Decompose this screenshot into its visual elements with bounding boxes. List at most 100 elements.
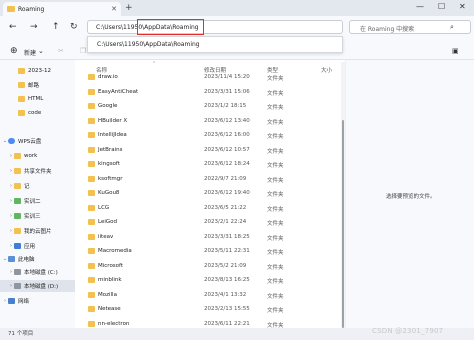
- forward-icon[interactable]: →: [30, 22, 38, 32]
- file-date: 2023/2/13 15:55: [204, 306, 250, 312]
- file-date: 2023/6/12 16:00: [204, 132, 250, 138]
- close-icon[interactable]: ✕: [111, 5, 117, 13]
- file-date: 2023/1/2 18:15: [204, 103, 247, 109]
- file-row[interactable]: iiteav 2023/3/31 18:25 文件夹: [88, 231, 338, 243]
- file-name[interactable]: KuGou8: [98, 190, 119, 196]
- file-row[interactable]: JetBrains 2023/6/12 10:57 文件夹: [88, 144, 338, 156]
- sidebar-item[interactable]: › 应用: [0, 240, 75, 252]
- sidebar-item[interactable]: › 共享文件夹: [0, 165, 75, 177]
- sidebar-item[interactable]: ⌄ WPS云盘: [0, 135, 75, 147]
- file-row[interactable]: Google 2023/1/2 18:15 文件夹: [88, 100, 338, 112]
- up-icon[interactable]: ↑: [52, 22, 60, 32]
- refresh-icon[interactable]: ↻: [70, 22, 78, 32]
- folder-icon: [14, 183, 21, 189]
- sidebar-item[interactable]: code: [0, 107, 75, 119]
- chevron-down-icon[interactable]: ⌄: [38, 47, 44, 55]
- file-type: 文件夹: [267, 148, 284, 155]
- address-suggestion[interactable]: C:\Users\11950\AppData\Roaming: [97, 41, 200, 48]
- file-name[interactable]: minblink: [98, 277, 122, 283]
- file-name[interactable]: Netease: [98, 306, 121, 312]
- search-placeholder[interactable]: 在 Roaming 中搜索: [360, 24, 414, 33]
- sidebar-item[interactable]: › 本地磁盘 (D:): [0, 280, 75, 292]
- folder-icon: [88, 204, 95, 211]
- file-row[interactable]: Mozilla 2023/4/1 13:32 文件夹: [88, 289, 338, 301]
- folder-icon: [88, 117, 95, 124]
- folder-icon: [14, 228, 21, 234]
- new-icon[interactable]: ⊕: [10, 46, 18, 56]
- sidebar-item-label: 网络: [18, 299, 30, 305]
- copy-icon[interactable]: ❐: [80, 47, 86, 55]
- file-name[interactable]: JetBrains: [98, 147, 122, 153]
- file-row[interactable]: LeiGod 2023/2/1 22:24 文件夹: [88, 216, 338, 228]
- new-button-label[interactable]: 新建: [24, 48, 36, 57]
- scrollbar-thumb[interactable]: [342, 120, 344, 328]
- folder-icon: [18, 110, 25, 116]
- sidebar-item[interactable]: 2023-12: [0, 65, 75, 77]
- sidebar-item[interactable]: › 实训三: [0, 210, 75, 222]
- file-type: 文件夹: [267, 308, 284, 314]
- plus-icon[interactable]: +: [125, 3, 133, 13]
- file-name[interactable]: LeiGod: [98, 219, 117, 225]
- file-name[interactable]: IntelliJIdea: [98, 132, 127, 138]
- file-name[interactable]: kingsoft: [98, 161, 120, 167]
- file-row[interactable]: kingsoft 2023/6/12 18:24 文件夹: [88, 158, 338, 170]
- minimize-icon[interactable]: —: [416, 2, 424, 11]
- sidebar-item[interactable]: › 实训二: [0, 195, 75, 207]
- sidebar-item[interactable]: HTML: [0, 93, 75, 105]
- file-row[interactable]: LCG 2023/6/5 21:22 文件夹: [88, 202, 338, 214]
- sidebar-item-label: 实训二: [24, 199, 41, 205]
- sidebar-item[interactable]: ⌄ 此电脑: [0, 253, 75, 265]
- folder-icon: [18, 96, 25, 102]
- file-row[interactable]: ksoftmgr 2022/9/7 21:09 文件夹: [88, 173, 338, 185]
- file-type: 文件夹: [267, 90, 284, 97]
- file-date: 2023/3/31 18:25: [204, 233, 250, 240]
- file-name[interactable]: iiteav: [98, 234, 113, 240]
- file-name[interactable]: EasyAntiCheat: [98, 89, 138, 95]
- sidebar-item[interactable]: › work: [0, 150, 75, 162]
- disk-icon: [14, 283, 21, 289]
- file-name[interactable]: nn-electron: [98, 321, 129, 327]
- maximize-icon[interactable]: ☐: [438, 2, 445, 11]
- window-close-icon[interactable]: ✕: [459, 2, 466, 11]
- folder-icon: [88, 161, 95, 167]
- file-name[interactable]: Microsoft: [98, 263, 123, 269]
- file-name[interactable]: Google: [98, 103, 117, 109]
- file-date: 2023/6/12 19:40: [204, 190, 250, 196]
- file-row[interactable]: HBuilder X 2023/6/12 13:40 文件夹: [88, 115, 338, 127]
- folder-icon: [7, 6, 15, 12]
- file-name[interactable]: draw.io: [98, 74, 118, 80]
- back-icon[interactable]: ←: [9, 22, 17, 32]
- sidebar-item[interactable]: › 我的云图片: [0, 225, 75, 237]
- folder-icon: [88, 175, 95, 182]
- sidebar-item[interactable]: › 网络: [0, 295, 75, 307]
- file-row[interactable]: minblink 2023/8/13 16:25 文件夹: [88, 274, 338, 286]
- sidebar-item[interactable]: 邮路: [0, 79, 75, 91]
- folder-icon: [88, 88, 95, 95]
- file-type: 文件夹: [267, 235, 284, 242]
- folder-icon: [18, 68, 25, 74]
- file-name[interactable]: Macromedia: [98, 248, 132, 254]
- tab-roaming[interactable]: Roaming ✕: [3, 2, 121, 16]
- sidebar-item-label: 记: [24, 184, 30, 190]
- details-pane-icon[interactable]: ▣: [452, 47, 459, 55]
- sidebar-item-label: 2023-12: [28, 68, 51, 74]
- sidebar-item[interactable]: › 记: [0, 180, 75, 192]
- address-highlight: [137, 19, 204, 35]
- file-type: 文件夹: [267, 192, 284, 198]
- file-row[interactable]: draw.io 2023/11/4 15:20 文件夹: [88, 71, 338, 83]
- file-date: 2023/2/1 22:24: [204, 219, 247, 225]
- file-row[interactable]: Macromedia 2023/5/11 22:31 文件夹: [88, 245, 338, 257]
- folder-icon: [88, 146, 95, 153]
- file-row[interactable]: IntelliJIdea 2023/6/12 16:00 文件夹: [88, 129, 338, 141]
- file-row[interactable]: Netease 2023/2/13 15:55 文件夹: [88, 303, 338, 315]
- file-name[interactable]: ksoftmgr: [98, 176, 123, 182]
- cut-icon[interactable]: ✂: [58, 47, 64, 55]
- file-name[interactable]: LCG: [98, 205, 109, 211]
- file-name[interactable]: HBuilder X: [98, 118, 127, 124]
- file-name[interactable]: Mozilla: [98, 292, 117, 298]
- search-icon[interactable]: ⌕: [450, 23, 454, 32]
- sidebar-item[interactable]: › 本地磁盘 (C:): [0, 266, 75, 278]
- file-row[interactable]: Microsoft 2023/5/2 21:09 文件夹: [88, 260, 338, 272]
- file-row[interactable]: KuGou8 2023/6/12 19:40 文件夹: [88, 187, 338, 199]
- file-row[interactable]: EasyAntiCheat 2023/3/31 15:06 文件夹: [88, 86, 338, 98]
